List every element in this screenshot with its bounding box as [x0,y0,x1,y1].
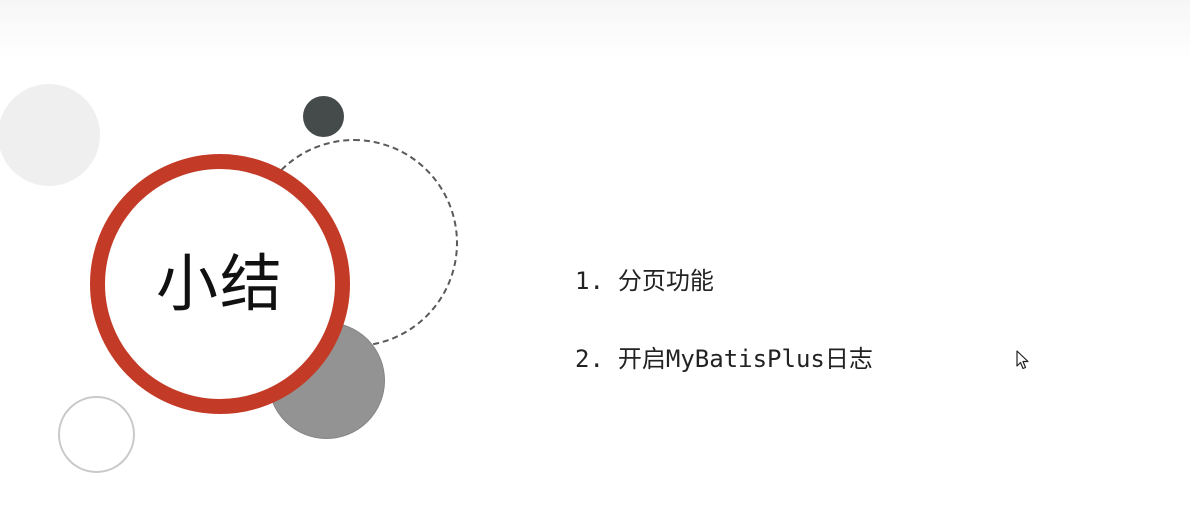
title-ring: 小结 [90,154,350,414]
list-item-text: 分页功能 [617,267,714,295]
decorative-light-circle [0,84,100,186]
decorative-dark-dot [303,96,344,137]
list-item-number: 2. [575,345,604,373]
slide-title: 小结 [155,247,284,320]
mouse-pointer-icon [1016,350,1029,370]
summary-list: 1. 分页功能 2. 开启MyBatisPlus日志 [575,260,873,416]
slide: 小结 1. 分页功能 2. 开启MyBatisPlus日志 [0,0,1190,510]
list-item-number: 1. [575,267,604,295]
list-item: 2. 开启MyBatisPlus日志 [575,338,873,380]
list-item: 1. 分页功能 [575,260,873,302]
decorative-outline-circle [58,396,135,473]
list-item-text: 开启MyBatisPlus日志 [617,345,873,373]
